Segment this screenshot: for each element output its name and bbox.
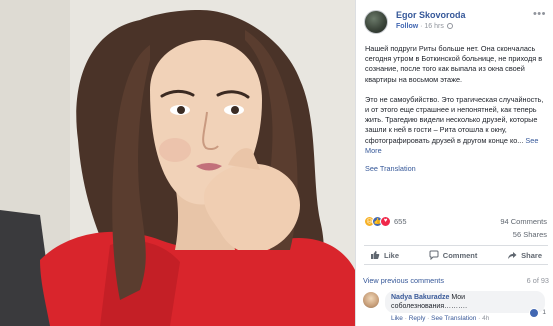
post-actions-bar: Like Comment Share	[364, 245, 548, 265]
share-label: Share	[521, 250, 542, 260]
share-arrow-icon	[508, 252, 517, 259]
post-timestamp[interactable]: 16 hrs	[424, 23, 443, 30]
comment-like-count: 1	[542, 309, 546, 316]
like-label: Like	[384, 250, 400, 260]
comment-item: Nadya Bakuradze Мои соболезнования………. 1…	[363, 291, 549, 326]
comment-reply-link[interactable]: Reply	[409, 315, 426, 322]
reactions-summary[interactable]: ☹ 👍 ♥ 655	[364, 214, 407, 228]
post-photo[interactable]	[0, 0, 355, 326]
view-previous-comments-link[interactable]: View previous comments	[363, 276, 444, 285]
love-reaction-icon: ♥	[380, 215, 391, 227]
author-avatar[interactable]	[364, 10, 388, 34]
reaction-count: 655	[394, 216, 407, 226]
post-panel: Egor Skovoroda Follow · 16 hrs ••• Нашей…	[355, 0, 553, 326]
comment-bubble-icon	[429, 250, 439, 260]
commenter-name[interactable]: Nadya Bakuradze	[391, 294, 449, 301]
shares-count[interactable]: 56 Shares	[500, 228, 547, 241]
portrait-image	[0, 0, 355, 326]
commenter-avatar[interactable]	[363, 292, 379, 308]
thumbs-up-icon	[371, 251, 380, 259]
post-header: Egor Skovoroda Follow · 16 hrs •••	[364, 8, 552, 40]
comments-page-indicator: 6 of 93	[526, 276, 549, 285]
comment-label: Comment	[442, 250, 478, 260]
post-meta: Follow · 16 hrs	[396, 23, 453, 30]
author-name[interactable]: Egor Skovoroda	[396, 10, 466, 20]
post-paragraph-1: Нашей подруги Риты больше нет. Она сконч…	[365, 44, 543, 84]
comments-count[interactable]: 94 Comments	[500, 215, 547, 228]
comment-time: 4h	[482, 315, 490, 322]
globe-icon	[446, 23, 453, 29]
post-paragraph-2-text: Это не самоубийство. Это трагическая слу…	[365, 94, 544, 145]
comments-header: View previous comments 6 of 93	[363, 276, 549, 288]
post-paragraph-2: Это не самоубийство. Это трагическая слу…	[365, 95, 549, 156]
like-button[interactable]: Like	[370, 250, 399, 260]
comment-like-link[interactable]: Like	[391, 315, 403, 322]
comment-actions: Like · Reply · See Translation · 4h	[391, 315, 489, 322]
post-body: Нашей подруги Риты больше нет. Она сконч…	[365, 44, 549, 166]
follow-button[interactable]: Follow	[396, 23, 418, 30]
share-button[interactable]: Share	[507, 250, 542, 260]
engagement-counts: 94 Comments 56 Shares	[500, 215, 547, 241]
comment-like-reaction-icon	[529, 308, 539, 318]
comment-see-translation-link[interactable]: See Translation	[431, 315, 476, 322]
comment-bubble: Nadya Bakuradze Мои соболезнования……….	[385, 291, 545, 313]
see-translation-link[interactable]: See Translation	[365, 164, 416, 173]
more-dots-icon[interactable]: •••	[533, 8, 546, 20]
comment-button[interactable]: Comment	[429, 250, 478, 260]
